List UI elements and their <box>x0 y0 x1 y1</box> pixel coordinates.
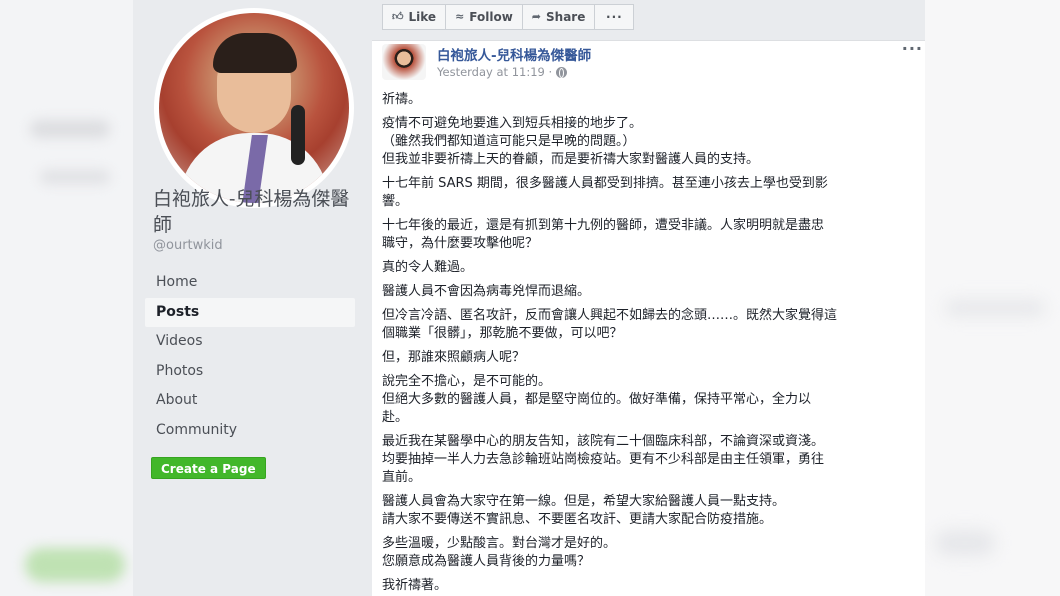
post-text-line: 響。 <box>382 194 409 209</box>
post-text-line: 醫護人員不會因為病毒兇悍而退縮。 <box>382 284 591 299</box>
post-body: 祈禱。疫情不可避免地要進入到短兵相接的地步了。 （雖然我們都知道這可能只是早晚的問… <box>382 91 922 596</box>
post-paragraph: 說完全不擔心，是不可能的。但絕大多數的醫護人員，都是堅守崗位的。做好準備，保持平… <box>382 373 922 427</box>
post-paragraph: 十七年後的最近，還是有抓到第十九例的醫師，遭受非議。人家明明就是盡忠 職守，為什麼… <box>382 217 922 253</box>
post-text-line: 赴。 <box>382 410 409 425</box>
page-sidebar: 白袍旅人-兒科楊為傑醫師 @ourtwkid Home Posts Videos… <box>133 0 368 596</box>
post-text-line: 請大家不要傳送不實訊息、不要匿名攻訐、更請大家配合防疫措施。 <box>382 512 773 527</box>
more-options-button[interactable]: ··· <box>594 4 635 30</box>
page-handle: @ourtwkid <box>153 238 223 253</box>
post-paragraph: 真的令人難過。 <box>382 259 922 277</box>
post-text-line: 祈禱。 <box>382 92 422 107</box>
post-text-line: 真的令人難過。 <box>382 260 474 275</box>
post-text-line: 但我並非要祈禱上天的眷顧，而是要祈禱大家對醫護人員的支持。 <box>382 152 760 167</box>
background-left <box>0 0 133 596</box>
page-action-bar: 👍︎ Like ≈ Follow ➦ Share ··· <box>382 4 635 30</box>
post-timestamp[interactable]: Yesterday at 11:19 · <box>437 65 568 79</box>
post-paragraph: 最近我在某醫學中心的朋友告知，該院有二十個臨床科部，不論資深或資淺。 均要抽掉一半… <box>382 433 922 487</box>
post-paragraph: 但，那誰來照顧病人呢？ <box>382 349 922 367</box>
follow-button[interactable]: ≈ Follow <box>445 4 523 30</box>
post-text-line: 但冷言冷語、匿名攻訐，反而會讓人興起不如歸去的念頭……。既然大家覺得這 <box>382 308 838 323</box>
page-title: 白袍旅人-兒科楊為傑醫師 <box>153 188 350 236</box>
follow-label: Follow <box>469 10 513 24</box>
post-text-line: 您願意成為醫護人員背後的力量嗎？ <box>382 554 591 569</box>
like-label: Like <box>408 10 437 24</box>
background-right <box>925 0 1060 596</box>
post-text-line: 個職業「很髒」，那乾脆不要做，可以吧？ <box>382 326 623 341</box>
nav-item-photos[interactable]: Photos <box>145 357 355 387</box>
post-text-line: 但絕大多數的醫護人員，都是堅守崗位的。做好準備，保持平常心，全力以 <box>382 392 812 407</box>
nav-item-posts[interactable]: Posts <box>145 297 355 328</box>
nav-item-videos[interactable]: Videos <box>145 327 355 357</box>
post-text-line: 最近我在某醫學中心的朋友告知，該院有二十個臨床科部，不論資深或資淺。 <box>382 434 825 449</box>
post-paragraph: 祈禱。 <box>382 91 922 109</box>
create-page-button[interactable]: Create a Page <box>151 457 266 479</box>
nav-item-home[interactable]: Home <box>145 268 355 298</box>
post-text-line: 醫護人員會為大家守在第一線。但是，希望大家給醫護人員一點支持。 <box>382 494 786 509</box>
post-author-link[interactable]: 白袍旅人-兒科楊為傑醫師 <box>437 44 591 64</box>
post-text-line: 均要抽掉一半人力去急診輪班站崗檢疫站。更有不少科部是由主任領軍，勇往 <box>382 452 825 467</box>
post-paragraph: 多些溫暖，少點酸言。對台灣才是好的。 您願意成為醫護人員背後的力量嗎？ <box>382 535 922 571</box>
thumbs-up-icon: 👍︎ <box>392 10 404 23</box>
profile-picture[interactable] <box>154 8 354 208</box>
post-text-line: 多些溫暖，少點酸言。對台灣才是好的。 <box>382 536 617 551</box>
post-time-text: Yesterday at 11:19 · <box>437 65 553 79</box>
post-text-line: 十七年後的最近，還是有抓到第十九例的醫師，遭受非議。人家明明就是盡忠 <box>382 218 825 233</box>
page-nav: Home Posts Videos Photos About Community <box>145 268 355 446</box>
nav-item-about[interactable]: About <box>145 386 355 416</box>
post-text-line: 說完全不擔心，是不可能的。 <box>382 374 552 389</box>
post-author-avatar[interactable] <box>382 44 426 80</box>
post-text-line: 十七年前 SARS 期間，很多醫護人員都受到排擠。甚至連小孩去上學也受到影 <box>382 176 828 191</box>
feed-column: 👍︎ Like ≈ Follow ➦ Share ··· 白袍旅人-兒科楊為傑醫… <box>368 0 925 596</box>
post-paragraph: 十七年前 SARS 期間，很多醫護人員都受到排擠。甚至連小孩去上學也受到影 響。 <box>382 175 922 211</box>
post-text-line: 職守，為什麼要攻擊他呢？ <box>382 236 539 251</box>
share-arrow-icon: ➦ <box>531 10 542 23</box>
post-paragraph: 疫情不可避免地要進入到短兵相接的地步了。 （雖然我們都知道這可能只是早晚的問題。）… <box>382 115 922 169</box>
post-text-line: 我祈禱著。 <box>382 578 448 593</box>
post-text-line: 疫情不可避免地要進入到短兵相接的地步了。 <box>382 116 643 131</box>
post-text-line: （雖然我們都知道這可能只是早晚的問題。） <box>382 134 636 149</box>
post-text-line: 但，那誰來照顧病人呢？ <box>382 350 526 365</box>
post-menu-button[interactable]: ··· <box>902 39 923 58</box>
post-text-line: 直前。 <box>382 470 422 485</box>
post-paragraph: 我祈禱著。 <box>382 577 922 595</box>
post-card: 白袍旅人-兒科楊為傑醫師 Yesterday at 11:19 · ··· 祈禱… <box>372 39 925 596</box>
rss-icon: ≈ <box>455 10 465 23</box>
share-button[interactable]: ➦ Share <box>521 4 596 30</box>
post-paragraph: 醫護人員不會因為病毒兇悍而退縮。 <box>382 283 922 301</box>
nav-item-community[interactable]: Community <box>145 416 355 446</box>
post-paragraph: 但冷言冷語、匿名攻訐，反而會讓人興起不如歸去的念頭……。既然大家覺得這 個職業「很… <box>382 307 922 343</box>
share-label: Share <box>546 10 586 24</box>
like-button[interactable]: 👍︎ Like <box>382 4 447 30</box>
post-paragraph: 醫護人員會為大家守在第一線。但是，希望大家給醫護人員一點支持。 請大家不要傳送不實… <box>382 493 922 529</box>
globe-icon <box>556 66 568 78</box>
avatar <box>159 13 349 203</box>
